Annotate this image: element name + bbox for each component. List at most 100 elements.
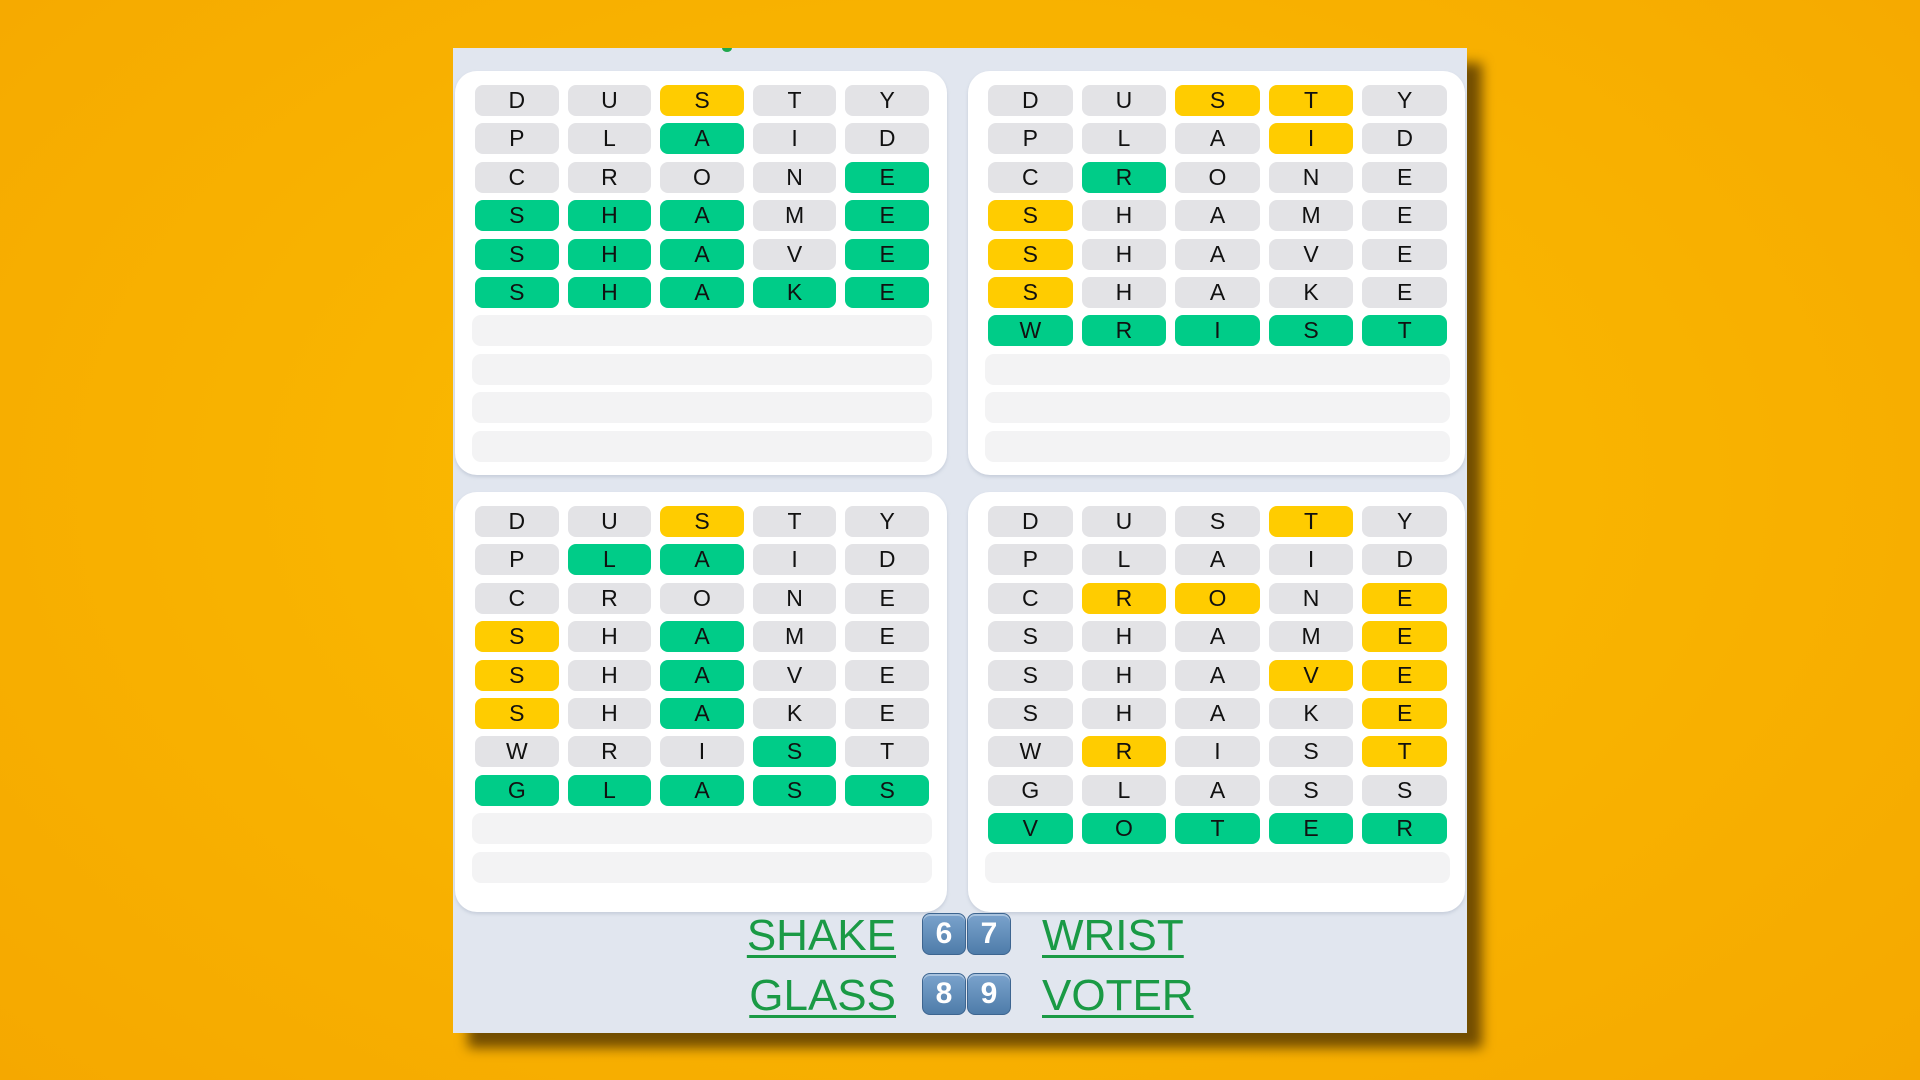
letter-tile-absent: E [1362,276,1447,308]
empty-row [472,353,932,385]
letter-tile-correct: T [1175,813,1260,845]
letter-tile-absent: A [1175,544,1260,576]
letter-tile-present: T [1362,736,1447,768]
guess-row: DUSTY [475,506,929,537]
letter-tile-absent: A [1175,200,1260,232]
letter-tile-correct: E [1268,813,1354,845]
letter-tile-correct: S [475,276,559,308]
letter-tile-absent: W [988,736,1073,768]
empty-row [985,851,1450,883]
letter-tile-absent: K [752,697,837,729]
letter-tile-absent: O [660,582,744,614]
letter-tile-present: E [1362,621,1447,653]
letter-tile-absent: H [1081,697,1167,729]
letter-tile-absent: H [567,659,652,691]
letter-tile-absent: S [988,697,1073,729]
guess-row: CRONE [988,161,1447,193]
letter-tile-absent: Y [1362,85,1447,116]
guess-row: WRIST [988,315,1447,347]
letter-tile-absent: P [988,544,1073,576]
letter-tile-present: S [475,697,559,729]
guess-row: DUSTY [988,506,1447,537]
guess-row: SHAKE [988,697,1447,729]
board-top-left: DUSTYPLAIDCRONESHAMESHAVESHAKE [455,71,947,475]
board-top-right: DUSTYPLAIDCRONESHAMESHAVESHAKEWRIST [968,71,1465,475]
guess-row: GLASS [988,774,1447,806]
keycap-score-icon: 9 [967,973,1011,1015]
empty-row [472,315,932,347]
answer-link-top-right[interactable]: WRIST [1042,911,1184,961]
letter-tile-absent: H [1081,238,1167,270]
letter-tile-absent: D [475,506,559,537]
letter-tile-absent: I [660,736,744,768]
letter-tile-absent: A [1175,238,1260,270]
letter-tile-present: S [988,238,1073,270]
letter-tile-absent: N [752,582,837,614]
guess-row: SHAKE [475,276,929,308]
letter-tile-absent: K [1268,697,1354,729]
letter-tile-absent: E [845,659,929,691]
letter-tile-absent: S [1268,774,1354,806]
empty-row [985,392,1450,424]
letter-tile-present: R [1081,582,1167,614]
letter-tile-absent: V [752,238,837,270]
letter-tile-absent: O [1175,161,1260,193]
guess-row: CRONE [475,161,929,193]
letter-tile-present: S [475,621,559,653]
letter-tile-absent: A [1175,276,1260,308]
keycap-score-icon: 6 [922,913,966,955]
letter-tile-absent: N [752,161,837,193]
letter-tile-present: R [1081,736,1167,768]
letter-tile-correct: A [660,238,744,270]
letter-tile-absent: R [567,736,652,768]
letter-tile-correct: G [475,774,559,806]
letter-tile-absent: D [475,85,559,116]
answer-link-bottom-left[interactable]: GLASS [696,971,896,1021]
empty-row [472,813,932,845]
letter-tile-absent: G [988,774,1073,806]
guess-row: VOTER [988,813,1447,845]
letter-tile-absent: H [1081,276,1167,308]
letter-tile-absent: K [1268,276,1354,308]
letter-tile-absent: H [567,697,652,729]
letter-tile-absent: D [988,85,1073,116]
guess-row: SHAME [475,200,929,232]
letter-tile-correct: E [845,276,929,308]
letter-tile-absent: U [1081,506,1167,537]
letter-tile-correct: R [1081,315,1167,347]
letter-tile-absent: L [1081,544,1167,576]
letter-tile-correct: S [475,200,559,232]
letter-tile-correct: H [567,238,652,270]
letter-tile-absent: C [475,161,559,193]
guess-row: CRONE [988,582,1447,614]
letter-tile-correct: O [1081,813,1167,845]
guess-row: WRIST [475,736,929,768]
letter-tile-absent: P [475,544,559,576]
board-bottom-right: DUSTYPLAIDCRONESHAMESHAVESHAKEWRISTGLASS… [968,492,1465,912]
keycap-score-icon: 7 [967,913,1011,955]
answer-link-bottom-right[interactable]: VOTER [1042,971,1194,1021]
guess-row: SHAVE [988,659,1447,691]
letter-tile-present: V [1268,659,1354,691]
letter-tile-absent: I [1175,736,1260,768]
letter-tile-correct: V [988,813,1073,845]
letter-tile-correct: A [660,659,744,691]
answer-link-top-left[interactable]: SHAKE [696,911,896,961]
letter-tile-present: S [988,200,1073,232]
letter-tile-present: S [660,85,744,116]
letter-tile-absent: E [845,582,929,614]
letter-tile-correct: A [660,276,744,308]
letter-tile-present: T [1268,85,1354,116]
guess-row: PLAID [475,123,929,155]
letter-tile-correct: A [660,621,744,653]
letter-tile-absent: W [475,736,559,768]
letter-tile-correct: H [567,276,652,308]
letter-tile-absent: Y [1362,506,1447,537]
empty-row [985,353,1450,385]
letter-tile-present: S [475,659,559,691]
letter-tile-correct: R [1081,161,1167,193]
letter-tile-absent: M [1268,200,1354,232]
letter-tile-correct: S [752,736,837,768]
letter-tile-absent: A [1175,697,1260,729]
letter-tile-correct: H [567,200,652,232]
